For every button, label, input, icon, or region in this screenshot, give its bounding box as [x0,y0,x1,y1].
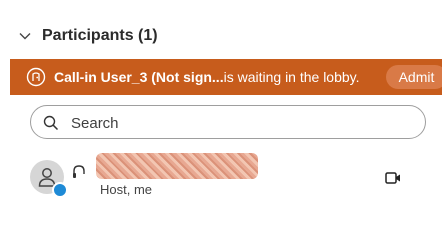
lobby-name-ellipsis: ... [211,69,224,85]
participant-row[interactable]: Host, me [0,150,442,202]
participants-title: Participants (1) [42,27,158,44]
lobby-message-suffix: is waiting in the lobby. [223,69,360,85]
search-icon [43,115,59,131]
lobby-message: Call-in User_3 (Not sign...is waiting in… [54,69,360,85]
search-input[interactable] [69,112,413,134]
presence-status-icon [52,182,68,198]
lobby-user-name: Call-in User_3 (Not sign [54,69,212,85]
participants-header[interactable]: Participants (1) [0,20,442,52]
lobby-door-icon [26,67,46,87]
video-camera-icon[interactable] [385,171,401,185]
participant-role: Host, me [100,182,153,197]
participant-name-redacted [96,153,258,179]
admit-button[interactable]: Admit [386,65,442,89]
headset-icon[interactable] [72,164,86,180]
lobby-banner: Call-in User_3 (Not sign...is waiting in… [10,59,442,95]
chevron-down-icon[interactable] [18,29,32,43]
search-box[interactable] [30,105,426,139]
